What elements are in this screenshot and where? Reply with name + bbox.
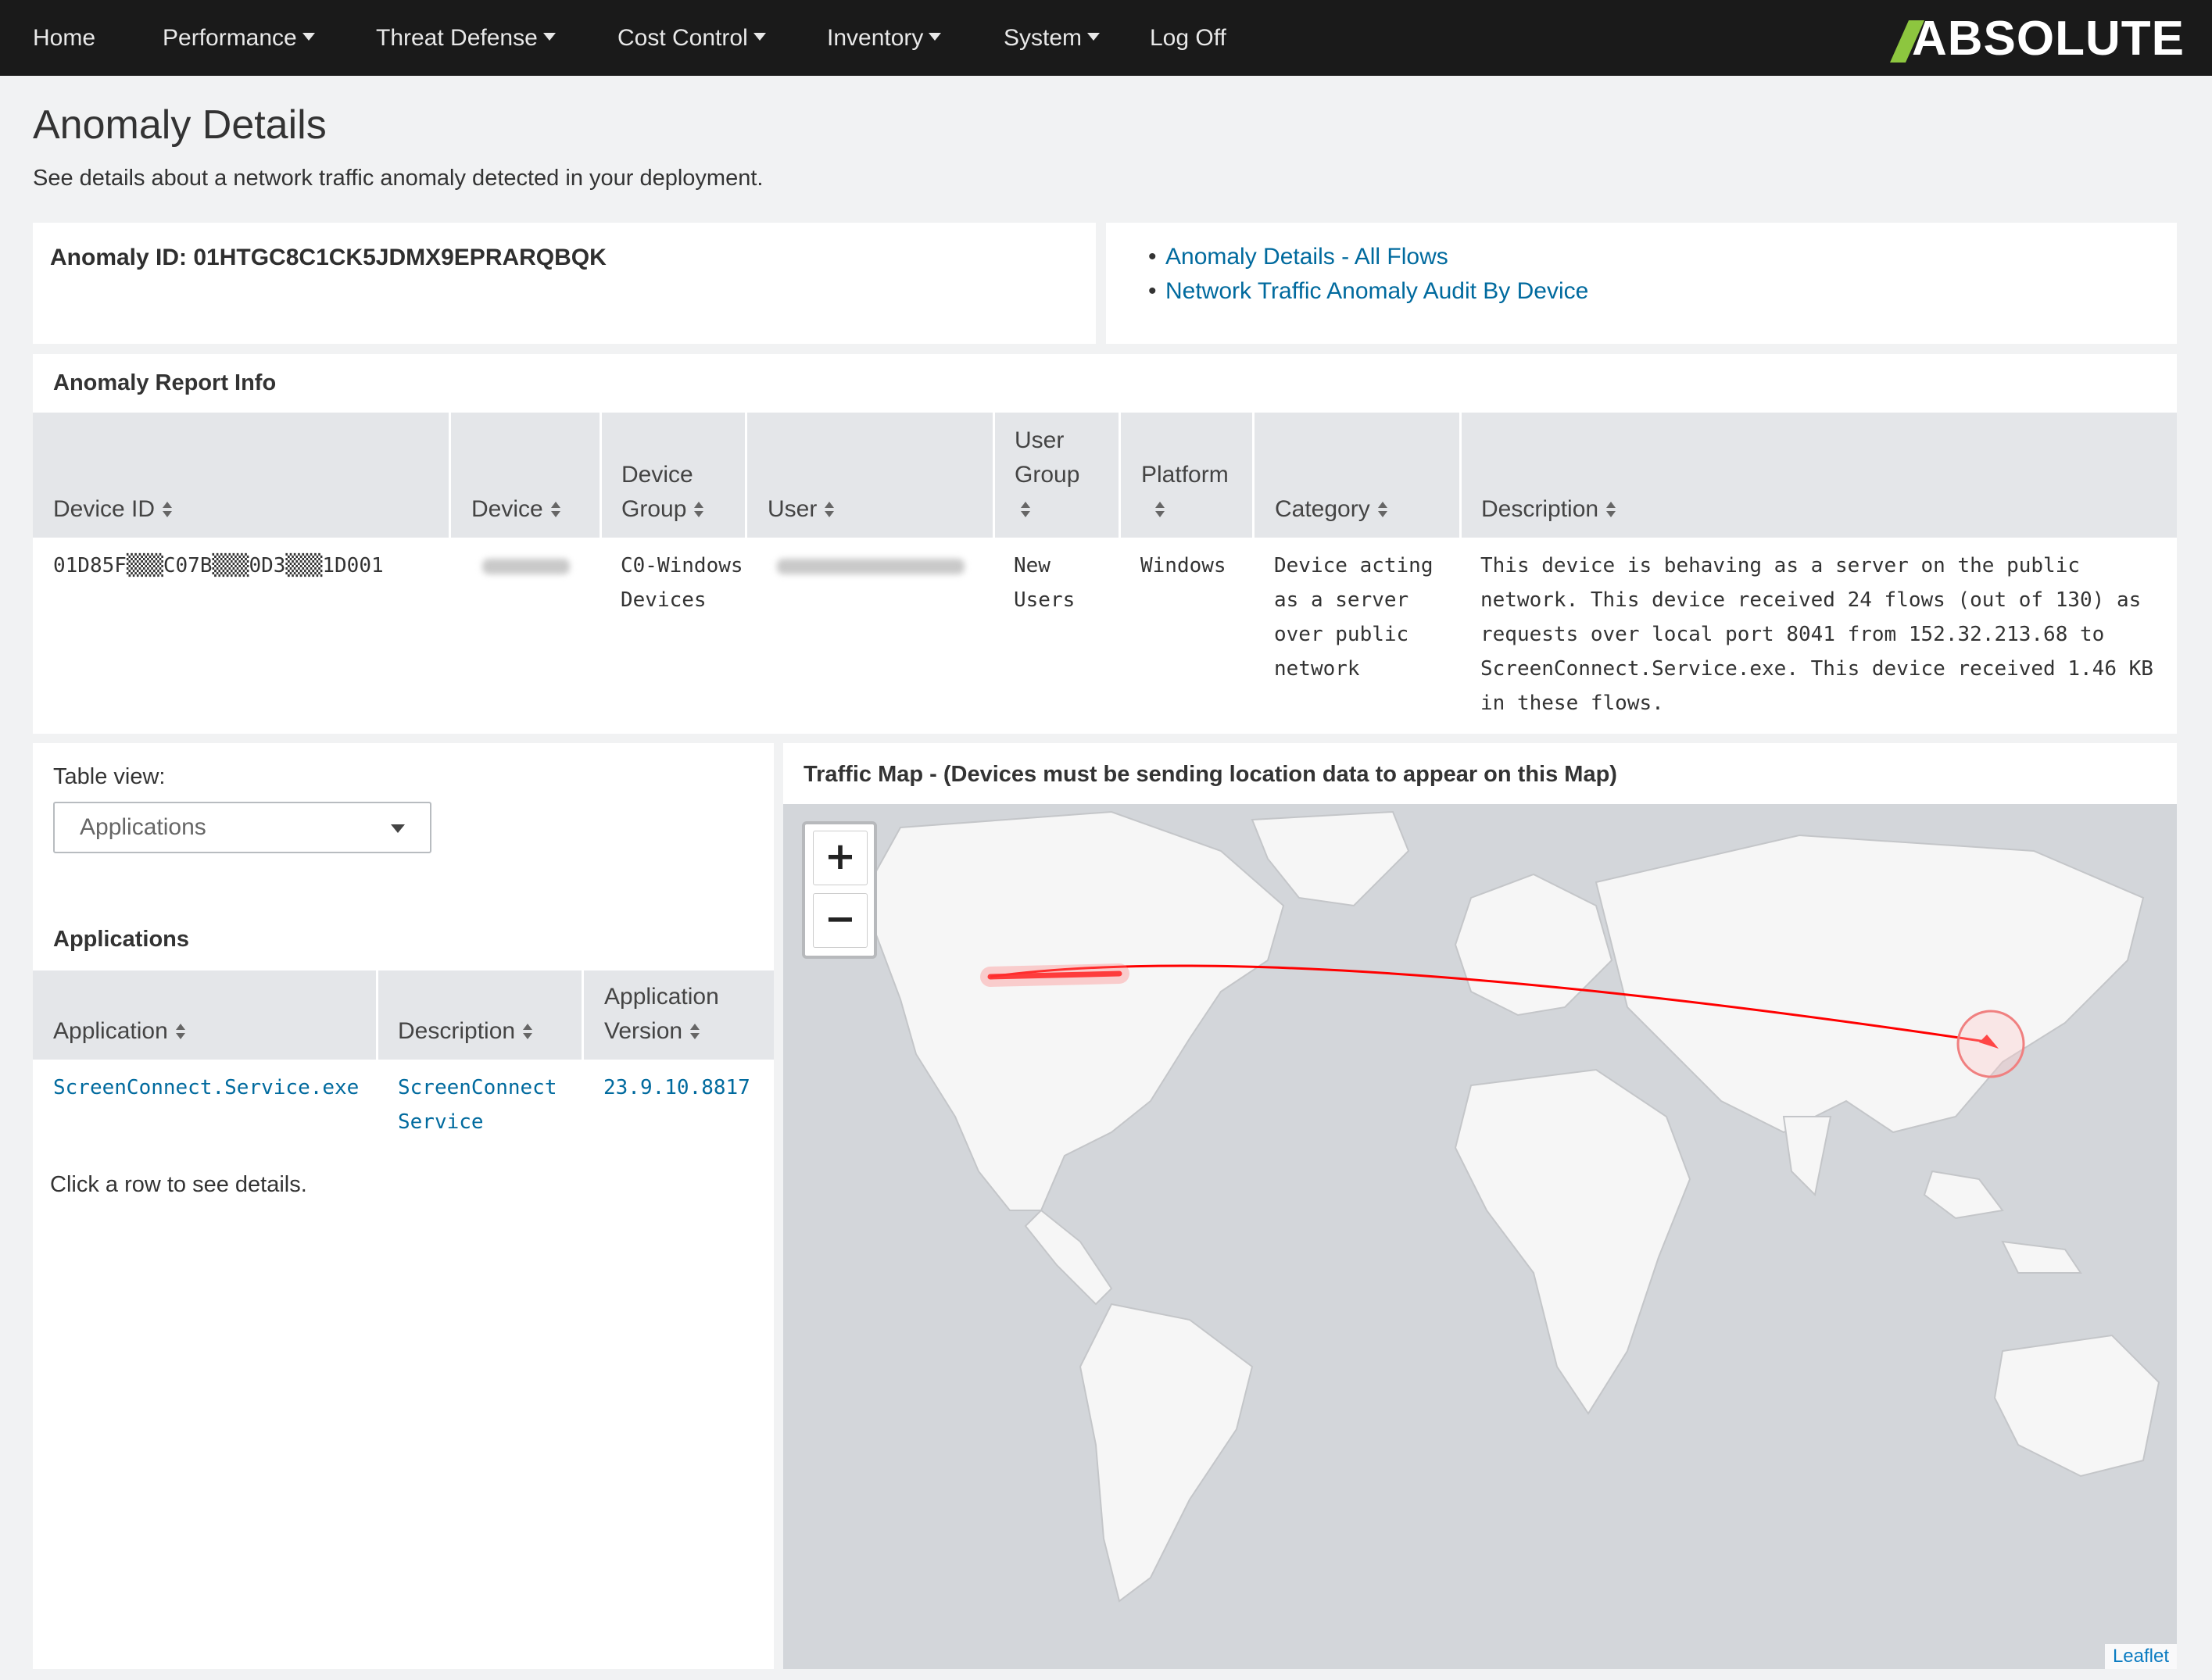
col-application-label: Application [53, 1018, 168, 1044]
chevron-down-icon [391, 824, 405, 833]
col-platform[interactable]: Platform [1141, 458, 1235, 527]
applications-panel [33, 743, 774, 1669]
cell-user-group: New Users [1014, 554, 1076, 612]
col-app-description[interactable]: Description [398, 1014, 533, 1049]
col-app-description-label: Description [398, 1018, 516, 1044]
link-anomaly-audit-by-device[interactable]: Network Traffic Anomaly Audit By Device [1148, 274, 1588, 309]
top-nav: Home Performance Threat Defense Cost Con… [0, 0, 2212, 76]
sort-icon [175, 1024, 185, 1041]
nav-inventory-label: Inventory [827, 25, 924, 51]
caret-down-icon [753, 33, 766, 41]
cell-device-group: C0-Windows Devices [621, 554, 743, 612]
sort-icon [694, 502, 704, 519]
page-title: Anomaly Details [33, 102, 327, 148]
cell-user-redacted [777, 549, 965, 583]
sort-icon [825, 502, 835, 519]
cell-application: ScreenConnect.Service.exe [53, 1076, 360, 1099]
nav-cost-control-label: Cost Control [617, 25, 748, 51]
table-view-selected: Applications [80, 814, 206, 840]
nav-threat-defense[interactable]: Threat Defense [376, 0, 556, 76]
zoom-in-button[interactable]: + [813, 831, 868, 885]
applications-title: Applications [53, 927, 190, 952]
table-view-label: Table view: [53, 764, 166, 789]
col-user-group[interactable]: User Group [1015, 424, 1093, 527]
col-user[interactable]: User [768, 492, 835, 527]
caret-down-icon [302, 33, 315, 41]
world-map [860, 810, 2160, 1603]
col-description-label: Description [1481, 496, 1599, 522]
nav-home-label: Home [33, 25, 96, 51]
col-app-version-label: Application Version [604, 984, 719, 1044]
col-user-label: User [768, 496, 818, 522]
cell-platform: Windows [1140, 554, 1226, 577]
related-links: Anomaly Details - All Flows Network Traf… [1148, 240, 1588, 309]
related-links-card: Anomaly Details - All Flows Network Traf… [1106, 223, 2177, 344]
nav-cost-control[interactable]: Cost Control [617, 0, 766, 76]
col-description[interactable]: Description [1481, 492, 1616, 527]
table-view-select[interactable]: Applications [53, 802, 431, 853]
col-device-label: Device [471, 496, 543, 522]
cell-device-id: 01D85F▒▒▒C07B▒▒▒0D3▒▒▒1D001 [53, 554, 384, 577]
cell-device-redacted [482, 549, 570, 583]
sort-icon [163, 502, 173, 519]
col-device-group[interactable]: Device Group [621, 458, 739, 527]
caret-down-icon [929, 33, 942, 41]
col-device-id-label: Device ID [53, 496, 156, 522]
col-device-group-label: Device Group [621, 462, 693, 522]
cell-app-version: 23.9.10.8817 [603, 1076, 750, 1099]
nav-home[interactable]: Home [33, 0, 95, 76]
logo[interactable]: ABSOLUTE [1912, 11, 2185, 67]
cell-category: Device acting as a server over public ne… [1274, 554, 1434, 681]
sort-icon [690, 1024, 700, 1041]
nav-system[interactable]: System [1004, 0, 1101, 76]
col-category[interactable]: Category [1275, 492, 1387, 527]
sort-icon [1606, 502, 1616, 519]
map-attribution[interactable]: Leaflet [2104, 1644, 2177, 1669]
anomaly-id: Anomaly ID: 01HTGC8C1CK5JDMX9EPRARQBQK [50, 245, 607, 270]
anomaly-id-card: Anomaly ID: 01HTGC8C1CK5JDMX9EPRARQBQK [33, 223, 1096, 344]
col-device[interactable]: Device [471, 492, 560, 527]
sort-icon [1021, 502, 1030, 519]
nav-log-off[interactable]: Log Off [1150, 0, 1226, 76]
sort-icon [1377, 502, 1387, 519]
col-category-label: Category [1275, 496, 1370, 522]
traffic-map-title: Traffic Map - (Devices must be sending l… [804, 762, 1617, 787]
caret-down-icon [1087, 33, 1101, 41]
nav-performance[interactable]: Performance [163, 0, 315, 76]
traffic-map[interactable]: + − Leaflet [783, 804, 2177, 1669]
col-device-id[interactable]: Device ID [53, 492, 173, 527]
sort-icon [550, 502, 560, 519]
nav-log-off-label: Log Off [1150, 25, 1226, 51]
col-app-version[interactable]: Application Version [604, 980, 761, 1049]
link-all-flows[interactable]: Anomaly Details - All Flows [1148, 240, 1588, 274]
cell-description: This device is behaving as a server on t… [1480, 554, 2153, 715]
col-user-group-label: User Group [1015, 427, 1080, 488]
report-title: Anomaly Report Info [53, 370, 277, 395]
zoom-control: + − [802, 821, 877, 959]
nav-system-label: System [1004, 25, 1083, 51]
caret-down-icon [542, 33, 556, 41]
cell-app-description: ScreenConnect Service [398, 1076, 557, 1134]
col-application[interactable]: Application [53, 1014, 185, 1049]
nav-inventory[interactable]: Inventory [827, 0, 942, 76]
zoom-out-button[interactable]: − [813, 893, 868, 948]
click-row-hint: Click a row to see details. [50, 1172, 307, 1197]
nav-threat-defense-label: Threat Defense [376, 25, 538, 51]
sort-icon [523, 1024, 533, 1041]
sort-icon [1155, 502, 1165, 519]
page-subtitle: See details about a network traffic anom… [33, 166, 764, 191]
nav-performance-label: Performance [163, 25, 297, 51]
col-platform-label: Platform [1141, 462, 1229, 488]
report-table-header [33, 413, 2177, 538]
